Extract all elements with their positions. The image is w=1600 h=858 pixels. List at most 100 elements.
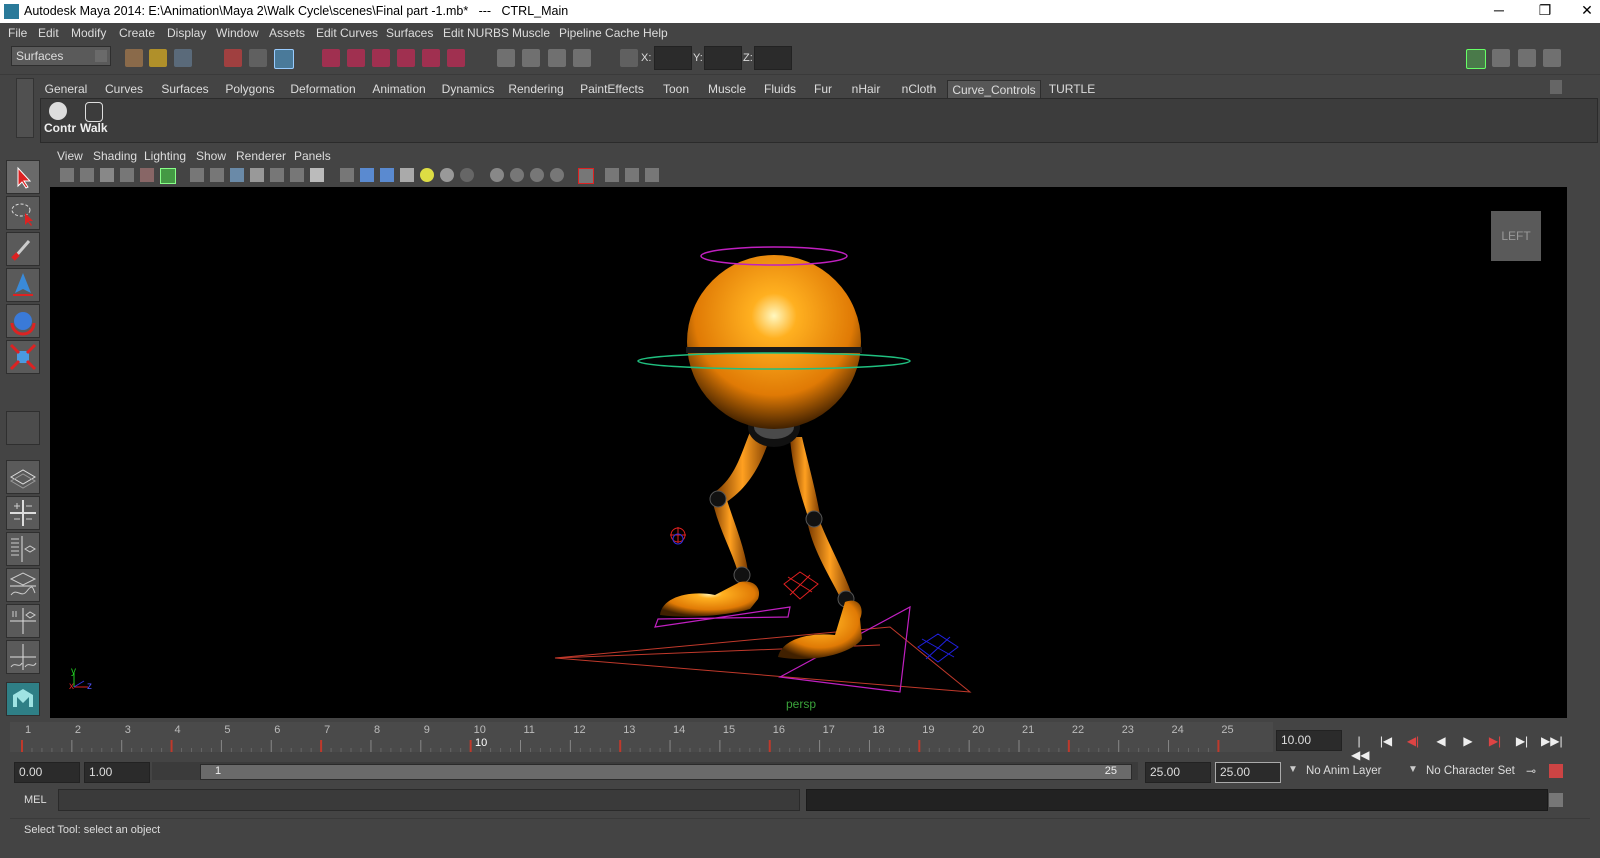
step-back-frame-button[interactable]: |◀ [1378, 734, 1394, 748]
tab-fur[interactable]: Fur [808, 80, 838, 98]
safe-title-icon[interactable] [310, 168, 324, 182]
locator-red-blue[interactable] [670, 527, 686, 545]
grid-toggle-icon[interactable] [190, 168, 204, 182]
panel-menu-lighting[interactable]: Lighting [144, 149, 186, 163]
panel-menu-show[interactable]: Show [196, 149, 226, 163]
scale-tool-icon[interactable] [6, 340, 40, 374]
step-forward-key-button[interactable]: ▶| [1487, 734, 1503, 748]
tab-polygons[interactable]: Polygons [220, 80, 280, 98]
tab-curves[interactable]: Curves [98, 80, 150, 98]
shelf-item-walk[interactable]: Walk [80, 121, 108, 135]
controller-shelf-icon[interactable] [49, 102, 67, 120]
single-pane-layout-icon[interactable] [6, 460, 40, 494]
xray-icon[interactable] [605, 168, 619, 182]
snap-curve-icon[interactable] [347, 49, 365, 67]
snap-point-icon[interactable] [372, 49, 390, 67]
menu-window[interactable]: Window [216, 26, 259, 40]
panel-menu-shading[interactable]: Shading [93, 149, 137, 163]
snap-grid-icon[interactable] [322, 49, 340, 67]
range-slider-thumb[interactable]: 1 25 [200, 764, 1132, 780]
tab-rendering[interactable]: Rendering [504, 80, 568, 98]
menu-edit[interactable]: Edit [38, 26, 59, 40]
trash-icon[interactable] [1550, 80, 1562, 94]
chevron-down-icon[interactable]: ▼ [1408, 764, 1418, 775]
animation-preferences-icon[interactable] [1549, 764, 1563, 778]
new-scene-icon[interactable] [125, 49, 143, 67]
menu-create[interactable]: Create [119, 26, 155, 40]
field-chart-icon[interactable] [270, 168, 284, 182]
ambient-occlusion-icon[interactable] [490, 168, 504, 182]
ipr-render-icon[interactable] [548, 49, 566, 67]
select-component-icon[interactable] [274, 49, 294, 69]
key-icon[interactable]: ⊸ [1526, 764, 1542, 778]
current-time-field[interactable]: 10.00 [1276, 730, 1342, 751]
cmd-language-label[interactable]: MEL [24, 794, 47, 806]
menu-modify[interactable]: Modify [71, 26, 106, 40]
tab-turtle[interactable]: TURTLE [1045, 80, 1099, 98]
minimize-button[interactable]: ─ [1484, 2, 1514, 20]
persp-graph-layout-icon[interactable] [6, 568, 40, 602]
shadows-icon[interactable] [440, 168, 454, 182]
snap-magnet-icon[interactable] [447, 49, 465, 67]
multisample-icon[interactable] [530, 168, 544, 182]
tab-ncloth[interactable]: nCloth [894, 80, 944, 98]
menu-pipeline-cache[interactable]: Pipeline Cache [559, 26, 640, 40]
panel-menu-renderer[interactable]: Renderer [236, 149, 286, 163]
walk-shelf-icon[interactable] [85, 102, 103, 122]
playback-start-field[interactable]: 1.00 [84, 762, 150, 783]
2d-pan-zoom-icon[interactable] [140, 168, 154, 182]
menu-edit-nurbs[interactable]: Edit NURBS [443, 26, 509, 40]
maya-home-icon[interactable] [6, 682, 40, 716]
safe-action-icon[interactable] [290, 168, 304, 182]
panel-menu-view[interactable]: View [57, 149, 83, 163]
tab-general[interactable]: General [40, 80, 92, 98]
select-tool-icon[interactable] [6, 160, 40, 194]
menu-help[interactable]: Help [643, 26, 668, 40]
grease-pencil-icon[interactable] [160, 168, 176, 184]
go-to-end-button[interactable]: ▶▶| [1541, 734, 1563, 748]
tab-dynamics[interactable]: Dynamics [438, 80, 498, 98]
gate-mask-icon[interactable] [250, 168, 264, 182]
paint-select-tool-icon[interactable] [6, 232, 40, 266]
tab-muscle[interactable]: Muscle [702, 80, 752, 98]
channel-box-icon[interactable] [1543, 49, 1561, 67]
panel-menu-panels[interactable]: Panels [294, 149, 331, 163]
y-input[interactable] [704, 46, 742, 70]
render-settings-icon[interactable] [573, 49, 591, 67]
textured-icon[interactable] [400, 168, 414, 182]
menu-assets[interactable]: Assets [269, 26, 305, 40]
outliner-persp-layout-icon[interactable] [6, 532, 40, 566]
script-editor-icon[interactable] [1549, 793, 1563, 807]
command-input[interactable] [58, 789, 800, 811]
tab-deformation[interactable]: Deformation [286, 80, 360, 98]
tab-curve-controls[interactable]: Curve_Controls [947, 80, 1041, 99]
four-pane-layout-icon[interactable] [6, 496, 40, 530]
time-slider[interactable]: 1 2 3 4 5 6 7 8 9 10 11 12 13 14 15 16 17 18 19 20 21 22 23 24 2… [10, 722, 1273, 752]
shelf-item-contr[interactable]: Contr [44, 121, 76, 135]
use-all-lights-icon[interactable] [420, 168, 434, 182]
tab-toon[interactable]: Toon [656, 80, 696, 98]
z-input[interactable] [754, 46, 792, 70]
tool-settings-icon[interactable] [1518, 49, 1536, 67]
film-gate-icon[interactable] [210, 168, 224, 182]
select-camera-icon[interactable] [60, 168, 74, 182]
viewport-persp[interactable]: y x z [50, 187, 1567, 718]
open-scene-icon[interactable] [149, 49, 167, 67]
tab-painteffects[interactable]: PaintEffects [574, 80, 650, 98]
tab-fluids[interactable]: Fluids [758, 80, 802, 98]
tab-animation[interactable]: Animation [366, 80, 432, 98]
resolution-gate-icon[interactable] [230, 168, 244, 182]
pole-vector-red[interactable] [783, 571, 819, 600]
hypershade-layout-icon[interactable] [6, 604, 40, 638]
attribute-editor-icon[interactable] [1492, 49, 1510, 67]
toggle-modeling-toolkit-icon[interactable] [1466, 49, 1486, 69]
motion-blur-icon[interactable] [510, 168, 524, 182]
chevron-down-icon[interactable]: ▼ [1288, 764, 1298, 775]
move-tool-icon[interactable] [6, 268, 40, 302]
tab-nhair[interactable]: nHair [844, 80, 888, 98]
step-back-key-button[interactable]: ◀| [1405, 734, 1421, 748]
character-set-selector[interactable]: No Character Set [1426, 765, 1515, 777]
menu-muscle[interactable]: Muscle [512, 26, 550, 40]
animation-start-field[interactable]: 0.00 [14, 762, 80, 783]
xray-joints-icon[interactable] [625, 168, 639, 182]
